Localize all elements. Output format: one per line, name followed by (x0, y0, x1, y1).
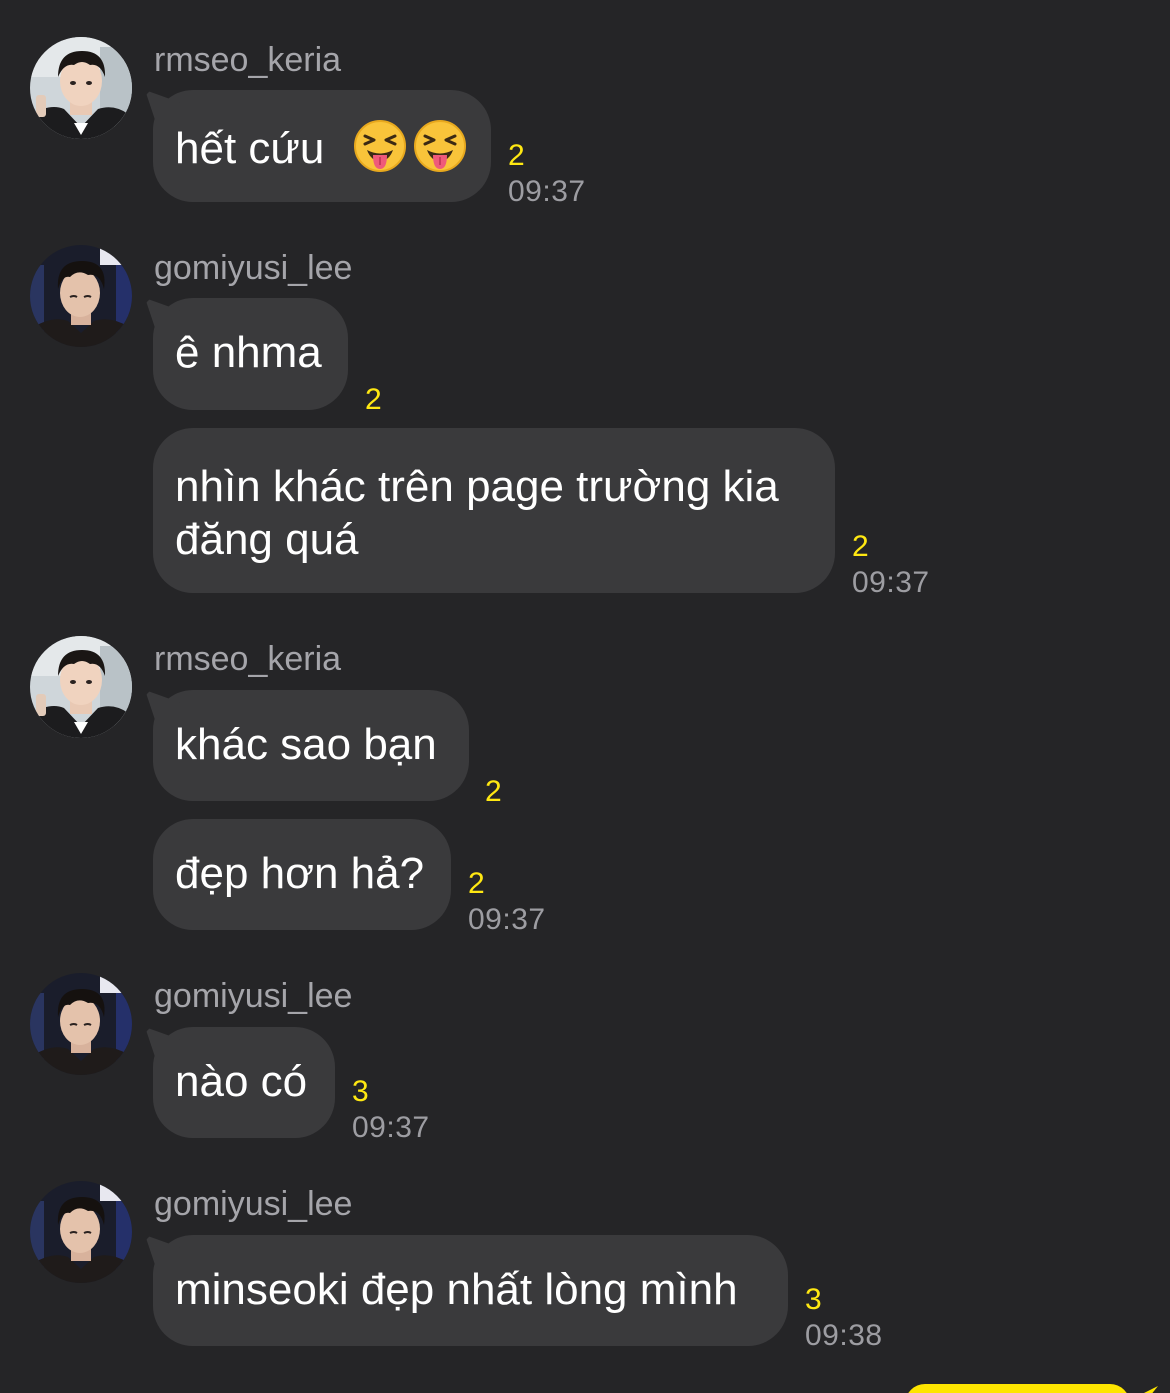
message-text: hết cứu (175, 124, 325, 173)
message-bubble[interactable]: minseoki đẹp nhất lòng mình (153, 1235, 788, 1346)
message-text: đẹp hơn hả? (175, 849, 425, 898)
sender-name: rmseo_keria (154, 41, 342, 79)
unread-count: 2 (365, 383, 382, 416)
avatar-gomiyusi-lee[interactable] (30, 973, 132, 1075)
unread-count: 2 (485, 775, 502, 808)
message-text-line: đăng quá (175, 515, 359, 564)
message-time: 09:38 (805, 1319, 883, 1352)
message-text: ê nhma (175, 328, 322, 377)
chat-room: rmseo_keria hết cứu 2 09:37 gomiyusi_lee… (0, 0, 1170, 1393)
message-text-line: nhìn khác trên page trường kia (175, 462, 779, 511)
message-text: nào có (175, 1057, 308, 1106)
sender-name: rmseo_keria (154, 640, 342, 678)
unread-count: 2 (508, 139, 525, 172)
unread-count: 2 (468, 867, 485, 900)
message-text: khác sao bạn (175, 720, 437, 769)
unread-count: 3 (805, 1283, 822, 1316)
message-bubble[interactable]: hết cứu (153, 90, 491, 202)
message-bubble[interactable]: nào có (153, 1027, 335, 1138)
message-text: minseoki đẹp nhất lòng mình (175, 1265, 738, 1314)
avatar-rmseo-keria[interactable] (30, 636, 132, 738)
sender-name: gomiyusi_lee (154, 977, 353, 1015)
message-time: 09:37 (468, 903, 546, 936)
avatar-gomiyusi-lee[interactable] (30, 245, 132, 347)
sender-name: gomiyusi_lee (154, 1185, 353, 1223)
squinting-face-with-tongue-icon (413, 119, 467, 173)
unread-count: 3 (352, 1075, 369, 1108)
message-bubble[interactable]: ê nhma (153, 298, 348, 410)
avatar-rmseo-keria[interactable] (30, 37, 132, 139)
message-time: 09:37 (352, 1111, 430, 1144)
message-time: 09:37 (852, 566, 930, 599)
my-message-bubble[interactable] (905, 1384, 1130, 1393)
message-bubble[interactable]: khác sao bạn (153, 690, 469, 801)
unread-count: 2 (852, 530, 869, 563)
message-time: 09:37 (508, 175, 586, 208)
sender-name: gomiyusi_lee (154, 249, 353, 287)
message-bubble[interactable]: đẹp hơn hả? (153, 819, 451, 930)
avatar-gomiyusi-lee[interactable] (30, 1181, 132, 1283)
squinting-face-with-tongue-icon (353, 119, 407, 173)
message-bubble[interactable]: nhìn khác trên page trường kia đăng quá (153, 428, 835, 593)
